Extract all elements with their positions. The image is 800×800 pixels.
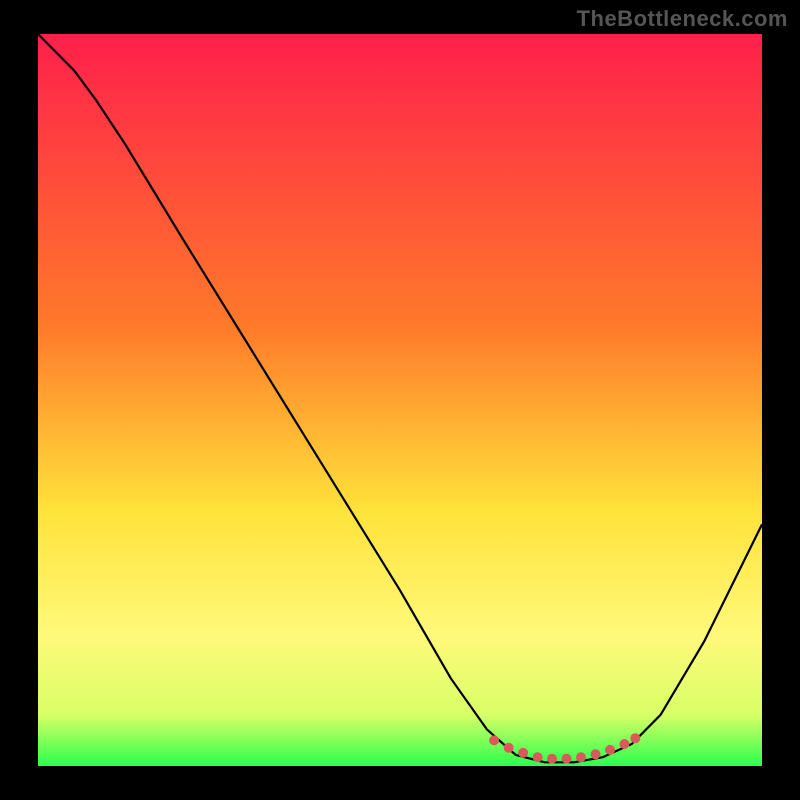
optimal-dot (619, 739, 629, 749)
chart-frame: { "watermark": "TheBottleneck.com", "cha… (0, 0, 800, 800)
optimal-dot (591, 749, 601, 759)
watermark-text: TheBottleneck.com (577, 6, 788, 32)
optimal-dot (576, 752, 586, 762)
optimal-dot (605, 745, 615, 755)
optimal-dot (489, 735, 499, 745)
gradient-background (38, 34, 762, 766)
bottleneck-chart (0, 0, 800, 800)
optimal-dot (630, 733, 640, 743)
optimal-dot (547, 754, 557, 764)
optimal-dot (518, 748, 528, 758)
optimal-dot (504, 743, 514, 753)
optimal-dot (562, 754, 572, 764)
optimal-dot (533, 752, 543, 762)
